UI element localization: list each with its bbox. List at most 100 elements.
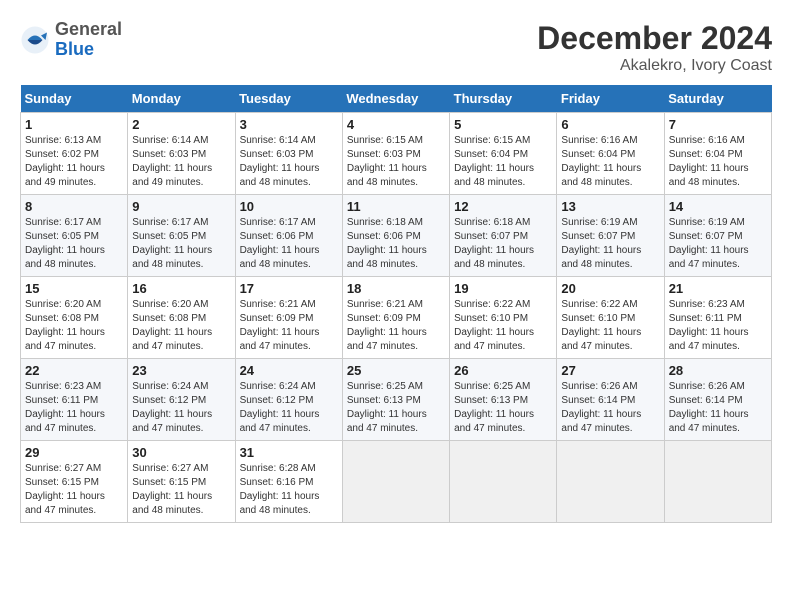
calendar-day-cell: 5 Sunrise: 6:15 AMSunset: 6:04 PMDaylight… bbox=[450, 113, 557, 195]
day-number: 14 bbox=[669, 199, 767, 214]
calendar-day-cell bbox=[342, 441, 449, 523]
calendar-week-row: 8 Sunrise: 6:17 AMSunset: 6:05 PMDaylight… bbox=[21, 195, 772, 277]
day-info: Sunrise: 6:17 AMSunset: 6:05 PMDaylight:… bbox=[25, 217, 105, 270]
day-number: 21 bbox=[669, 281, 767, 296]
calendar-day-cell: 11 Sunrise: 6:18 AMSunset: 6:06 PMDayligh… bbox=[342, 195, 449, 277]
calendar-day-cell: 23 Sunrise: 6:24 AMSunset: 6:12 PMDayligh… bbox=[128, 359, 235, 441]
day-info: Sunrise: 6:13 AMSunset: 6:02 PMDaylight:… bbox=[25, 135, 105, 188]
day-info: Sunrise: 6:22 AMSunset: 6:10 PMDaylight:… bbox=[561, 299, 641, 352]
calendar-header: Sunday Monday Tuesday Wednesday Thursday… bbox=[21, 85, 772, 113]
day-info: Sunrise: 6:23 AMSunset: 6:11 PMDaylight:… bbox=[669, 299, 749, 352]
day-info: Sunrise: 6:20 AMSunset: 6:08 PMDaylight:… bbox=[132, 299, 212, 352]
day-number: 9 bbox=[132, 199, 230, 214]
day-number: 15 bbox=[25, 281, 123, 296]
calendar-day-cell: 12 Sunrise: 6:18 AMSunset: 6:07 PMDayligh… bbox=[450, 195, 557, 277]
day-info: Sunrise: 6:17 AMSunset: 6:05 PMDaylight:… bbox=[132, 217, 212, 270]
day-info: Sunrise: 6:24 AMSunset: 6:12 PMDaylight:… bbox=[240, 381, 320, 434]
calendar-day-cell: 20Sunrise: 6:22 AMSunset: 6:10 PMDayligh… bbox=[557, 277, 664, 359]
calendar-day-cell bbox=[450, 441, 557, 523]
day-info: Sunrise: 6:18 AMSunset: 6:06 PMDaylight:… bbox=[347, 217, 427, 270]
calendar-week-row: 1Sunrise: 6:13 AMSunset: 6:02 PMDaylight… bbox=[21, 113, 772, 195]
calendar-day-cell: 4Sunrise: 6:15 AMSunset: 6:03 PMDaylight… bbox=[342, 113, 449, 195]
day-number: 27 bbox=[561, 363, 659, 378]
day-info: Sunrise: 6:27 AMSunset: 6:15 PMDaylight:… bbox=[132, 463, 212, 516]
day-info: Sunrise: 6:15 AMSunset: 6:04 PMDaylight:… bbox=[454, 135, 534, 188]
day-number: 2 bbox=[132, 117, 230, 132]
day-number: 17 bbox=[240, 281, 338, 296]
month-title: December 2024 bbox=[537, 20, 772, 57]
calendar-day-cell: 18Sunrise: 6:21 AMSunset: 6:09 PMDayligh… bbox=[342, 277, 449, 359]
day-number: 8 bbox=[25, 199, 123, 214]
calendar-day-cell: 10 Sunrise: 6:17 AMSunset: 6:06 PMDayligh… bbox=[235, 195, 342, 277]
calendar-week-row: 22 Sunrise: 6:23 AMSunset: 6:11 PMDayligh… bbox=[21, 359, 772, 441]
calendar-day-cell: 22 Sunrise: 6:23 AMSunset: 6:11 PMDayligh… bbox=[21, 359, 128, 441]
day-number: 26 bbox=[454, 363, 552, 378]
calendar-week-row: 29 Sunrise: 6:27 AMSunset: 6:15 PMDayligh… bbox=[21, 441, 772, 523]
day-number: 16 bbox=[132, 281, 230, 296]
day-info: Sunrise: 6:21 AMSunset: 6:09 PMDaylight:… bbox=[240, 299, 320, 352]
day-info: Sunrise: 6:19 AMSunset: 6:07 PMDaylight:… bbox=[561, 217, 641, 270]
day-info: Sunrise: 6:18 AMSunset: 6:07 PMDaylight:… bbox=[454, 217, 534, 270]
logo-text: General Blue bbox=[55, 20, 122, 60]
day-info: Sunrise: 6:26 AMSunset: 6:14 PMDaylight:… bbox=[561, 381, 641, 434]
day-info: Sunrise: 6:28 AMSunset: 6:16 PMDaylight:… bbox=[240, 463, 320, 516]
calendar-day-cell: 16 Sunrise: 6:20 AMSunset: 6:08 PMDayligh… bbox=[128, 277, 235, 359]
logo-blue: Blue bbox=[55, 40, 122, 60]
day-info: Sunrise: 6:26 AMSunset: 6:14 PMDaylight:… bbox=[669, 381, 749, 434]
day-number: 22 bbox=[25, 363, 123, 378]
col-tuesday: Tuesday bbox=[235, 85, 342, 113]
col-friday: Friday bbox=[557, 85, 664, 113]
day-number: 29 bbox=[25, 445, 123, 460]
calendar-day-cell: 17 Sunrise: 6:21 AMSunset: 6:09 PMDayligh… bbox=[235, 277, 342, 359]
day-number: 7 bbox=[669, 117, 767, 132]
calendar-day-cell: 14 Sunrise: 6:19 AMSunset: 6:07 PMDayligh… bbox=[664, 195, 771, 277]
day-info: Sunrise: 6:20 AMSunset: 6:08 PMDaylight:… bbox=[25, 299, 105, 352]
calendar-week-row: 15 Sunrise: 6:20 AMSunset: 6:08 PMDayligh… bbox=[21, 277, 772, 359]
title-block: December 2024 Akalekro, Ivory Coast bbox=[537, 20, 772, 75]
calendar-day-cell: 28 Sunrise: 6:26 AMSunset: 6:14 PMDayligh… bbox=[664, 359, 771, 441]
day-number: 10 bbox=[240, 199, 338, 214]
calendar-day-cell: 30 Sunrise: 6:27 AMSunset: 6:15 PMDayligh… bbox=[128, 441, 235, 523]
calendar-day-cell: 13Sunrise: 6:19 AMSunset: 6:07 PMDayligh… bbox=[557, 195, 664, 277]
day-number: 23 bbox=[132, 363, 230, 378]
day-info: Sunrise: 6:16 AMSunset: 6:04 PMDaylight:… bbox=[669, 135, 749, 188]
calendar-table: Sunday Monday Tuesday Wednesday Thursday… bbox=[20, 85, 772, 523]
day-info: Sunrise: 6:25 AMSunset: 6:13 PMDaylight:… bbox=[454, 381, 534, 434]
day-number: 11 bbox=[347, 199, 445, 214]
location: Akalekro, Ivory Coast bbox=[537, 57, 772, 75]
day-number: 30 bbox=[132, 445, 230, 460]
col-sunday: Sunday bbox=[21, 85, 128, 113]
day-info: Sunrise: 6:23 AMSunset: 6:11 PMDaylight:… bbox=[25, 381, 105, 434]
col-thursday: Thursday bbox=[450, 85, 557, 113]
calendar-day-cell bbox=[664, 441, 771, 523]
calendar-day-cell: 8 Sunrise: 6:17 AMSunset: 6:05 PMDaylight… bbox=[21, 195, 128, 277]
day-info: Sunrise: 6:24 AMSunset: 6:12 PMDaylight:… bbox=[132, 381, 212, 434]
calendar-day-cell: 24 Sunrise: 6:24 AMSunset: 6:12 PMDayligh… bbox=[235, 359, 342, 441]
calendar-day-cell: 19Sunrise: 6:22 AMSunset: 6:10 PMDayligh… bbox=[450, 277, 557, 359]
calendar-day-cell: 3 Sunrise: 6:14 AMSunset: 6:03 PMDaylight… bbox=[235, 113, 342, 195]
day-number: 6 bbox=[561, 117, 659, 132]
day-info: Sunrise: 6:17 AMSunset: 6:06 PMDaylight:… bbox=[240, 217, 320, 270]
col-saturday: Saturday bbox=[664, 85, 771, 113]
day-number: 24 bbox=[240, 363, 338, 378]
day-number: 12 bbox=[454, 199, 552, 214]
calendar-day-cell: 21 Sunrise: 6:23 AMSunset: 6:11 PMDayligh… bbox=[664, 277, 771, 359]
day-info: Sunrise: 6:15 AMSunset: 6:03 PMDaylight:… bbox=[347, 135, 427, 188]
calendar-day-cell bbox=[557, 441, 664, 523]
calendar-body: 1Sunrise: 6:13 AMSunset: 6:02 PMDaylight… bbox=[21, 113, 772, 523]
calendar-day-cell: 6Sunrise: 6:16 AMSunset: 6:04 PMDaylight… bbox=[557, 113, 664, 195]
weekday-header-row: Sunday Monday Tuesday Wednesday Thursday… bbox=[21, 85, 772, 113]
day-info: Sunrise: 6:14 AMSunset: 6:03 PMDaylight:… bbox=[132, 135, 212, 188]
day-number: 31 bbox=[240, 445, 338, 460]
day-number: 28 bbox=[669, 363, 767, 378]
calendar-day-cell: 15 Sunrise: 6:20 AMSunset: 6:08 PMDayligh… bbox=[21, 277, 128, 359]
day-info: Sunrise: 6:19 AMSunset: 6:07 PMDaylight:… bbox=[669, 217, 749, 270]
calendar-day-cell: 25Sunrise: 6:25 AMSunset: 6:13 PMDayligh… bbox=[342, 359, 449, 441]
day-info: Sunrise: 6:22 AMSunset: 6:10 PMDaylight:… bbox=[454, 299, 534, 352]
calendar-day-cell: 26 Sunrise: 6:25 AMSunset: 6:13 PMDayligh… bbox=[450, 359, 557, 441]
day-info: Sunrise: 6:14 AMSunset: 6:03 PMDaylight:… bbox=[240, 135, 320, 188]
day-number: 5 bbox=[454, 117, 552, 132]
calendar-day-cell: 27 Sunrise: 6:26 AMSunset: 6:14 PMDayligh… bbox=[557, 359, 664, 441]
day-number: 3 bbox=[240, 117, 338, 132]
day-info: Sunrise: 6:25 AMSunset: 6:13 PMDaylight:… bbox=[347, 381, 427, 434]
